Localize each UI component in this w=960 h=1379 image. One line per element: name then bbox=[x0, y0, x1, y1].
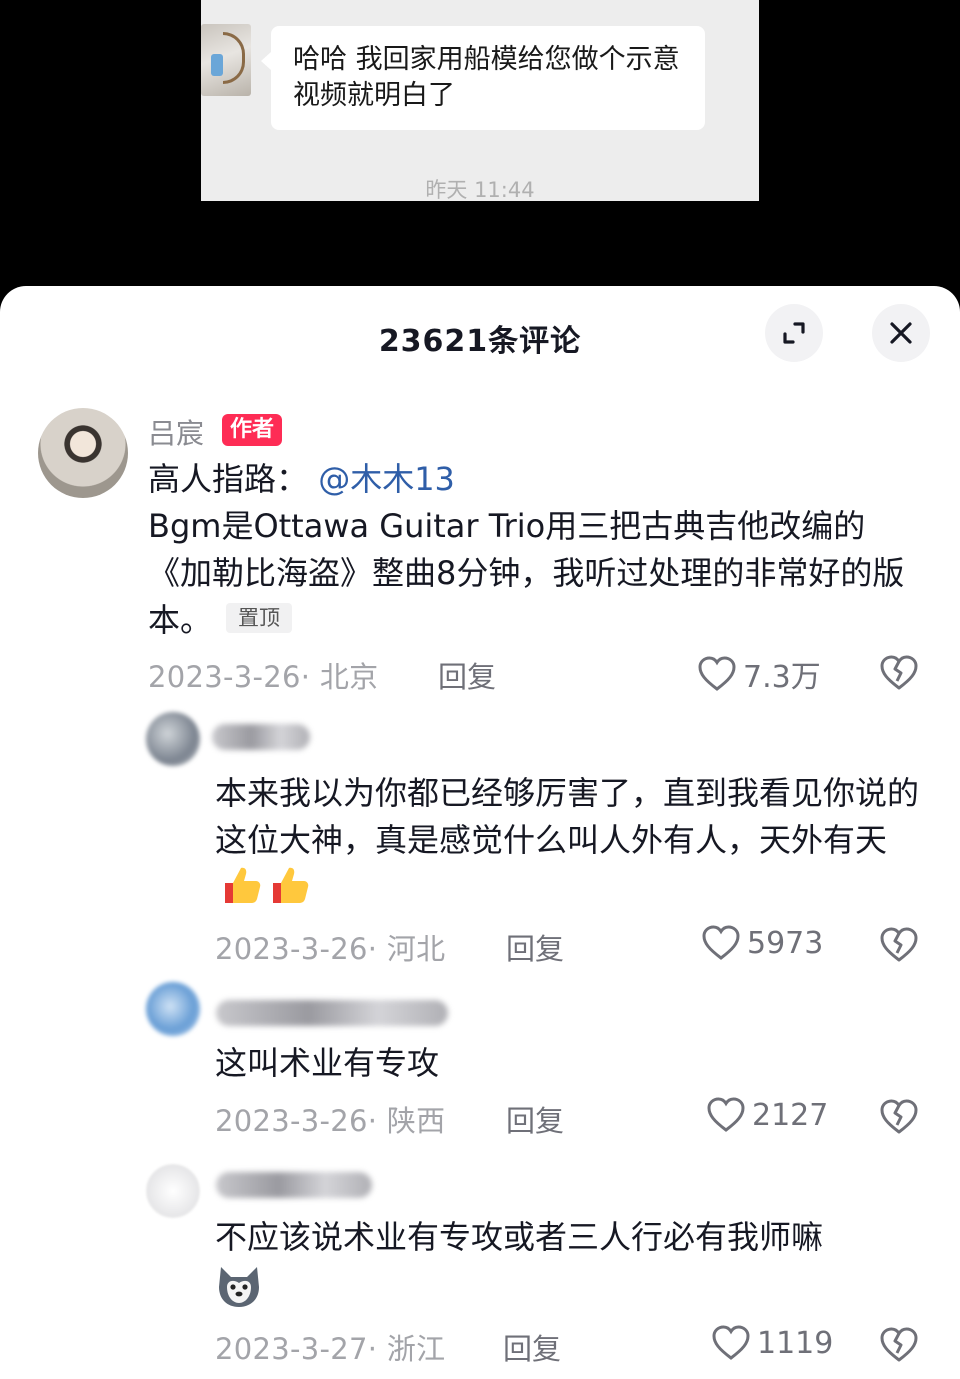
heart-icon bbox=[702, 925, 740, 960]
blurred-username[interactable] bbox=[216, 1000, 448, 1026]
comment-meta: 2023-3-26· 北京 bbox=[148, 660, 379, 694]
author-badge: 作者 bbox=[222, 414, 283, 446]
like-button[interactable]: 5973 bbox=[701, 924, 823, 962]
avatar[interactable] bbox=[146, 712, 200, 766]
thumbs-up-emoji bbox=[225, 867, 261, 903]
husky-emoji bbox=[219, 1267, 259, 1307]
comment-text: 本来我以为你都已经够厉害了，直到我看见你说的这位大神，真是感觉什么叫人外有人，天… bbox=[215, 770, 925, 911]
pinned-badge: 置顶 bbox=[226, 603, 293, 633]
like-count: 1119 bbox=[757, 1325, 834, 1361]
broken-heart-icon[interactable] bbox=[879, 654, 919, 692]
comment-meta: 2023-3-26· 河北 bbox=[215, 932, 446, 966]
chat-screenshot: 哈哈 我回家用船模给您做个示意视频就明白了 昨天 11:44 bbox=[201, 0, 759, 202]
mention-link[interactable]: @木木13 bbox=[318, 460, 455, 498]
broken-heart-icon[interactable] bbox=[879, 1326, 919, 1364]
like-button[interactable]: 2127 bbox=[706, 1096, 828, 1134]
broken-heart-icon[interactable] bbox=[879, 1098, 919, 1136]
thumbs-up-emoji bbox=[273, 867, 309, 903]
chat-avatar bbox=[201, 24, 251, 96]
reply-button[interactable]: 回复 bbox=[506, 1098, 564, 1140]
avatar[interactable] bbox=[146, 1164, 200, 1218]
like-button[interactable]: 7.3万 bbox=[697, 652, 821, 696]
chat-message-bubble: 哈哈 我回家用船模给您做个示意视频就明白了 bbox=[261, 26, 705, 130]
avatar[interactable] bbox=[146, 982, 200, 1036]
comment-username[interactable]: 吕宸 bbox=[148, 412, 204, 452]
blurred-username[interactable] bbox=[212, 724, 310, 750]
like-button[interactable]: 1119 bbox=[711, 1324, 833, 1362]
reply-button[interactable]: 回复 bbox=[503, 1326, 561, 1368]
close-icon bbox=[890, 322, 912, 344]
comment-text-prefix: 高人指路： bbox=[148, 460, 309, 498]
heart-icon bbox=[698, 656, 736, 691]
close-button[interactable] bbox=[872, 304, 930, 362]
comment-meta: 2023-3-27· 浙江 bbox=[215, 1332, 446, 1366]
broken-heart-icon[interactable] bbox=[879, 926, 919, 964]
expand-button[interactable] bbox=[765, 304, 823, 362]
reply-button[interactable]: 回复 bbox=[506, 926, 564, 968]
expand-icon bbox=[783, 322, 805, 344]
chat-timestamp: 昨天 11:44 bbox=[425, 178, 535, 202]
avatar[interactable] bbox=[38, 408, 128, 498]
comment-meta: 2023-3-26· 陕西 bbox=[215, 1104, 446, 1138]
comments-sheet: 23621条评论 吕宸 作者 高人指路： @木木13 Bgm是Ottawa Gu… bbox=[0, 286, 960, 1379]
like-count: 5973 bbox=[747, 925, 824, 961]
like-count: 2127 bbox=[752, 1097, 829, 1133]
heart-icon bbox=[707, 1097, 745, 1132]
heart-icon bbox=[712, 1325, 750, 1360]
comment-text: 这叫术业有专攻 bbox=[215, 1044, 440, 1082]
comment-text: 不应该说术业有专攻或者三人行必有我师嘛 bbox=[215, 1214, 925, 1309]
like-count: 7.3万 bbox=[743, 660, 821, 695]
comment-text: 高人指路： @木木13 Bgm是Ottawa Guitar Trio用三把古典吉… bbox=[148, 456, 918, 644]
blurred-username[interactable] bbox=[216, 1172, 372, 1198]
reply-button[interactable]: 回复 bbox=[438, 654, 496, 696]
